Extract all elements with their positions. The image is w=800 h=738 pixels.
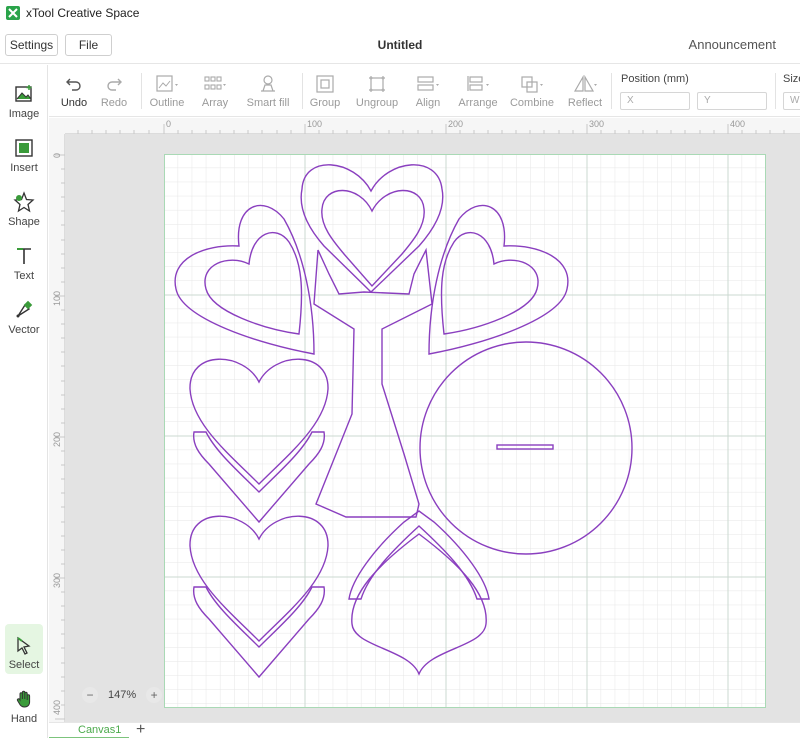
toolbar-divider <box>611 73 612 109</box>
work-board[interactable] <box>164 154 766 708</box>
file-button[interactable]: File <box>65 34 112 56</box>
arrange-button[interactable]: Arrange <box>455 65 501 117</box>
title-bar: xTool Creative Space <box>0 0 800 26</box>
sidebar-item-label: Image <box>8 108 40 120</box>
ruler-tick-label: 200 <box>448 119 464 129</box>
sidebar-item-label: Text <box>13 270 35 282</box>
sidebar-item-label: Select <box>8 659 40 671</box>
size-w-input[interactable]: W <box>783 92 800 110</box>
ruler-corner <box>49 118 65 134</box>
smart-fill-button[interactable]: Smart fill <box>243 65 293 117</box>
sidebar-item-label: Insert <box>10 162 38 174</box>
hand-icon <box>13 688 35 710</box>
sidebar-item-text[interactable]: Text <box>0 235 48 285</box>
redo-icon <box>105 71 123 97</box>
sidebar-item-hand[interactable]: Hand <box>0 678 48 728</box>
sidebar-item-label: Shape <box>8 216 40 228</box>
smart-fill-icon <box>257 71 279 97</box>
ruler-tick-label: 300 <box>52 572 62 588</box>
arrange-icon <box>465 71 491 97</box>
app-title: xTool Creative Space <box>26 6 140 20</box>
ruler-tick-label: 400 <box>52 699 62 715</box>
toolbar-divider <box>141 73 142 109</box>
announcement-link[interactable]: Announcement <box>689 37 776 52</box>
xtool-logo-icon <box>6 6 20 20</box>
array-button[interactable]: Array <box>197 65 233 117</box>
reflect-button[interactable]: Reflect <box>566 65 604 117</box>
sidebar-item-label: Hand <box>10 713 38 725</box>
outline-icon <box>154 71 180 97</box>
zoom-out-button[interactable]: − <box>82 687 98 703</box>
toolbar-divider <box>775 73 776 109</box>
position-x-input[interactable]: X <box>620 92 690 110</box>
ruler-horizontal: 0 100 200 300 400 <box>65 118 800 134</box>
outline-button[interactable]: Outline <box>147 65 187 117</box>
ruler-tick-label: 100 <box>307 119 323 129</box>
canvas-tab-bar: Canvas1 + <box>49 721 800 738</box>
sidebar-item-shape[interactable]: Shape <box>0 181 48 231</box>
tab-canvas1[interactable]: Canvas1 <box>49 723 129 738</box>
ungroup-icon <box>367 71 387 97</box>
toolbar-divider <box>302 73 303 109</box>
group-icon <box>315 71 335 97</box>
zoom-level: 147% <box>108 689 137 701</box>
image-icon <box>13 83 35 105</box>
zoom-in-button[interactable]: + <box>146 687 163 703</box>
ungroup-button[interactable]: Ungroup <box>354 65 400 117</box>
app-window: xTool Creative Space Settings File Untit… <box>0 0 800 738</box>
ruler-tick-label: 200 <box>52 431 62 447</box>
ruler-tick-label: 0 <box>52 152 62 158</box>
main-toolbar: Undo Redo Outline Array Smart fill Group… <box>49 65 800 117</box>
settings-button[interactable]: Settings <box>5 34 58 56</box>
shape-icon <box>13 191 35 213</box>
tool-sidebar: Image Insert Shape Text Vector Select Ha… <box>0 65 48 738</box>
text-icon <box>13 245 35 267</box>
add-canvas-button[interactable]: + <box>136 721 145 738</box>
sidebar-item-image[interactable]: Image <box>0 73 48 123</box>
align-button[interactable]: Align <box>411 65 445 117</box>
vector-icon <box>13 299 35 321</box>
group-button[interactable]: Group <box>307 65 343 117</box>
undo-button[interactable]: Undo <box>57 65 91 117</box>
canvas-workspace[interactable]: 0 100 200 300 400 0 100 200 300 400 <box>49 118 800 722</box>
ruler-tick-label: 400 <box>730 119 746 129</box>
combine-button[interactable]: Combine <box>509 65 555 117</box>
sidebar-item-select[interactable]: Select <box>5 624 43 674</box>
combine-icon <box>519 71 545 97</box>
ruler-tick-label: 300 <box>589 119 605 129</box>
menu-bar: Settings File Untitled Announcement <box>0 28 800 64</box>
sidebar-item-vector[interactable]: Vector <box>0 289 48 339</box>
insert-icon <box>13 137 35 159</box>
ruler-tick-label: 0 <box>166 119 172 129</box>
size-label: Size <box>783 73 800 85</box>
redo-button[interactable]: Redo <box>97 65 131 117</box>
reflect-icon <box>572 71 598 97</box>
align-icon <box>415 71 441 97</box>
zoom-control: − 147% + <box>82 686 163 704</box>
sidebar-item-insert[interactable]: Insert <box>0 127 48 177</box>
undo-icon <box>65 71 83 97</box>
select-icon <box>13 634 35 656</box>
ruler-vertical: 0 100 200 300 400 <box>49 134 65 722</box>
document-title: Untitled <box>377 38 423 52</box>
sidebar-item-label: Vector <box>8 324 40 336</box>
array-icon <box>202 71 228 97</box>
position-label: Position (mm) <box>621 73 689 85</box>
ruler-tick-label: 100 <box>52 290 62 306</box>
position-y-input[interactable]: Y <box>697 92 767 110</box>
